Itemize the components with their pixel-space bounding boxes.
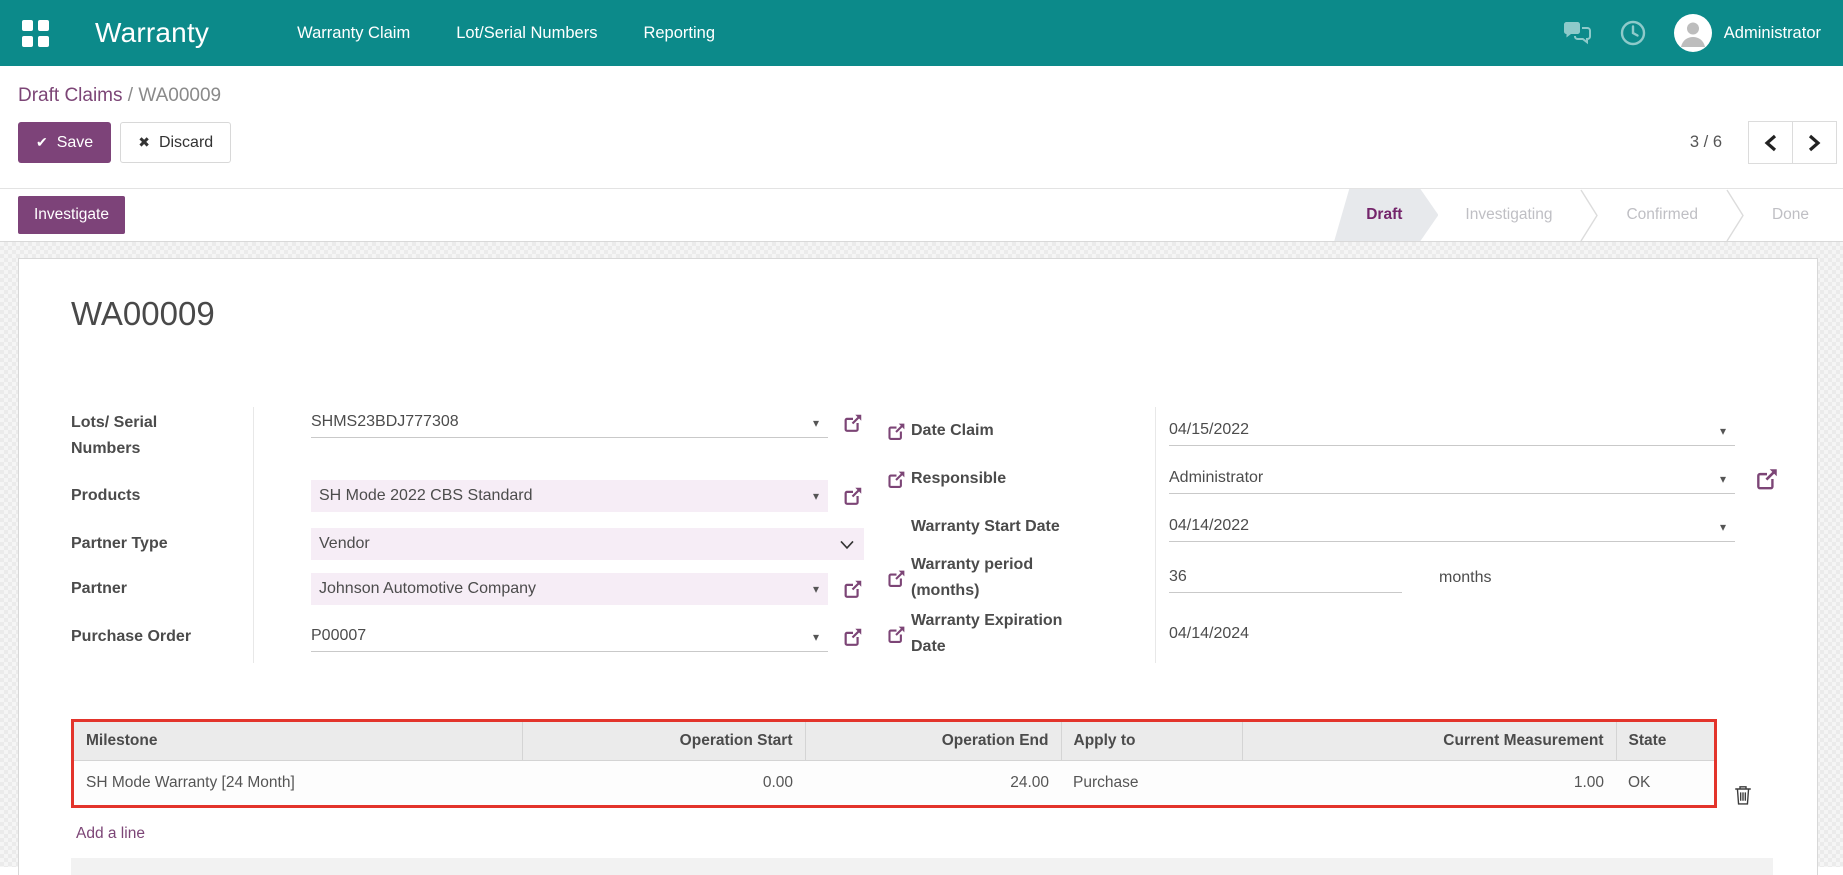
purchase-order-input[interactable]: P00007 — [311, 622, 828, 652]
external-link-icon[interactable] — [886, 421, 907, 442]
milestones-table-highlight: Milestone Operation Start Operation End … — [71, 719, 1717, 808]
breadcrumb-current: WA00009 — [138, 85, 222, 106]
status-pipeline: Draft Investigating Confirmed Done — [1334, 189, 1843, 241]
column-header-milestone: Milestone — [74, 722, 523, 761]
field-label-date-claim: Date Claim — [911, 407, 1156, 455]
statusbar-row: Investigate Draft Investigating Confirme… — [0, 189, 1843, 242]
external-link-icon[interactable] — [1754, 466, 1780, 492]
field-label-purchase-order: Purchase Order — [71, 611, 254, 663]
add-a-line-link[interactable]: Add a line — [76, 825, 145, 843]
external-link-icon[interactable] — [842, 578, 864, 600]
warranty-expiration-date-value: 04/14/2024 — [1169, 624, 1250, 642]
column-header-current-measurement: Current Measurement — [1242, 722, 1617, 761]
warranty-period-unit: months — [1439, 569, 1492, 586]
save-button[interactable]: ✔ Save — [18, 122, 112, 163]
milestones-table: Milestone Operation Start Operation End … — [74, 722, 1714, 805]
pager: 3 / 6 — [1690, 121, 1837, 164]
partner-type-select[interactable]: Vendor — [311, 528, 864, 560]
form-sheet: WA00009 Lots/ Serial Numbers SHMS23BDJ77… — [18, 258, 1818, 875]
delete-row-trash-icon[interactable] — [1734, 785, 1752, 810]
form-view-background: WA00009 Lots/ Serial Numbers SHMS23BDJ77… — [0, 242, 1843, 875]
messages-icon[interactable] — [1562, 21, 1592, 45]
control-panel: Draft Claims / WA00009 ✔ Save ✖ Discard … — [0, 66, 1843, 189]
status-step-confirmed[interactable]: Confirmed — [1599, 189, 1725, 241]
external-link-icon[interactable] — [842, 412, 864, 434]
milestones-header-row: Milestone Operation Start Operation End … — [74, 722, 1714, 761]
external-link-icon[interactable] — [886, 568, 907, 589]
chevron-down-icon — [840, 536, 854, 554]
breadcrumb-separator: / — [127, 85, 139, 106]
menu-reporting[interactable]: Reporting — [643, 24, 715, 43]
responsible-input[interactable]: Administrator — [1169, 464, 1735, 494]
lots-serial-input[interactable]: SHMS23BDJ777308 — [311, 408, 828, 438]
user-name: Administrator — [1723, 23, 1821, 42]
column-header-operation-start: Operation Start — [522, 722, 806, 761]
form-column-left: Lots/ Serial Numbers SHMS23BDJ777308 Pro… — [71, 407, 869, 663]
cell-current-measurement[interactable]: 1.00 — [1242, 760, 1616, 805]
form-column-right: Date Claim 04/15/2022 Responsible Admini… — [886, 407, 1780, 663]
check-icon: ✔ — [36, 134, 48, 150]
cell-operation-start[interactable]: 0.00 — [522, 760, 805, 805]
apps-menu-icon[interactable] — [22, 19, 49, 47]
next-section-strip — [71, 858, 1773, 875]
status-step-done[interactable]: Done — [1745, 189, 1843, 241]
app-title[interactable]: Warranty — [95, 17, 209, 49]
main-menu: Warranty Claim Lot/Serial Numbers Report… — [297, 24, 715, 43]
field-label-warranty-expiration-date: Warranty Expiration Date — [911, 605, 1156, 663]
pager-value: 3 / 6 — [1689, 133, 1722, 151]
cell-state[interactable]: OK — [1616, 760, 1714, 805]
external-link-icon[interactable] — [842, 485, 864, 507]
menu-lot-serial-numbers[interactable]: Lot/Serial Numbers — [456, 24, 597, 43]
cell-operation-end[interactable]: 24.00 — [805, 760, 1061, 805]
warranty-start-date-input[interactable]: 04/14/2022 — [1169, 512, 1735, 542]
cell-milestone[interactable]: SH Mode Warranty [24 Month] — [74, 760, 522, 805]
milestone-row[interactable]: SH Mode Warranty [24 Month] 0.00 24.00 P… — [74, 760, 1714, 805]
discard-button[interactable]: ✖ Discard — [120, 122, 232, 163]
column-header-state: State — [1616, 722, 1714, 761]
chevron-separator-icon — [1725, 189, 1745, 241]
partner-input[interactable]: Johnson Automotive Company — [311, 573, 828, 605]
field-label-products: Products — [71, 471, 254, 521]
breadcrumb-parent[interactable]: Draft Claims — [18, 85, 123, 106]
pager-next-button[interactable] — [1792, 121, 1837, 164]
avatar — [1673, 14, 1712, 52]
warranty-period-input[interactable]: 36 — [1169, 563, 1402, 593]
investigate-button[interactable]: Investigate — [18, 196, 125, 234]
user-menu[interactable]: Administrator — [1673, 14, 1821, 52]
breadcrumb: Draft Claims / WA00009 — [0, 66, 1843, 111]
record-title: WA00009 — [71, 295, 215, 332]
status-step-investigating[interactable]: Investigating — [1438, 189, 1579, 241]
field-label-warranty-period: Warranty period (months) — [911, 551, 1156, 605]
top-navbar: Warranty Warranty Claim Lot/Serial Numbe… — [0, 0, 1843, 66]
cell-apply-to[interactable]: Purchase — [1061, 760, 1242, 805]
products-input[interactable]: SH Mode 2022 CBS Standard — [311, 480, 828, 512]
field-label-lots-serial: Lots/ Serial Numbers — [71, 407, 254, 471]
activities-clock-icon[interactable] — [1620, 20, 1646, 46]
external-link-icon[interactable] — [842, 626, 864, 648]
column-header-apply-to: Apply to — [1061, 722, 1243, 761]
status-step-draft[interactable]: Draft — [1334, 189, 1438, 241]
external-link-icon[interactable] — [886, 469, 907, 490]
column-header-operation-end: Operation End — [805, 722, 1062, 761]
x-icon: ✖ — [138, 134, 150, 150]
chevron-separator-icon — [1579, 189, 1599, 241]
field-label-warranty-start-date: Warranty Start Date — [911, 503, 1156, 551]
field-label-responsible: Responsible — [911, 455, 1156, 503]
field-label-partner: Partner — [71, 567, 254, 611]
date-claim-input[interactable]: 04/15/2022 — [1169, 416, 1735, 446]
menu-warranty-claim[interactable]: Warranty Claim — [297, 24, 410, 43]
field-label-partner-type: Partner Type — [71, 521, 254, 567]
external-link-icon[interactable] — [886, 624, 907, 645]
pager-previous-button[interactable] — [1748, 121, 1793, 164]
